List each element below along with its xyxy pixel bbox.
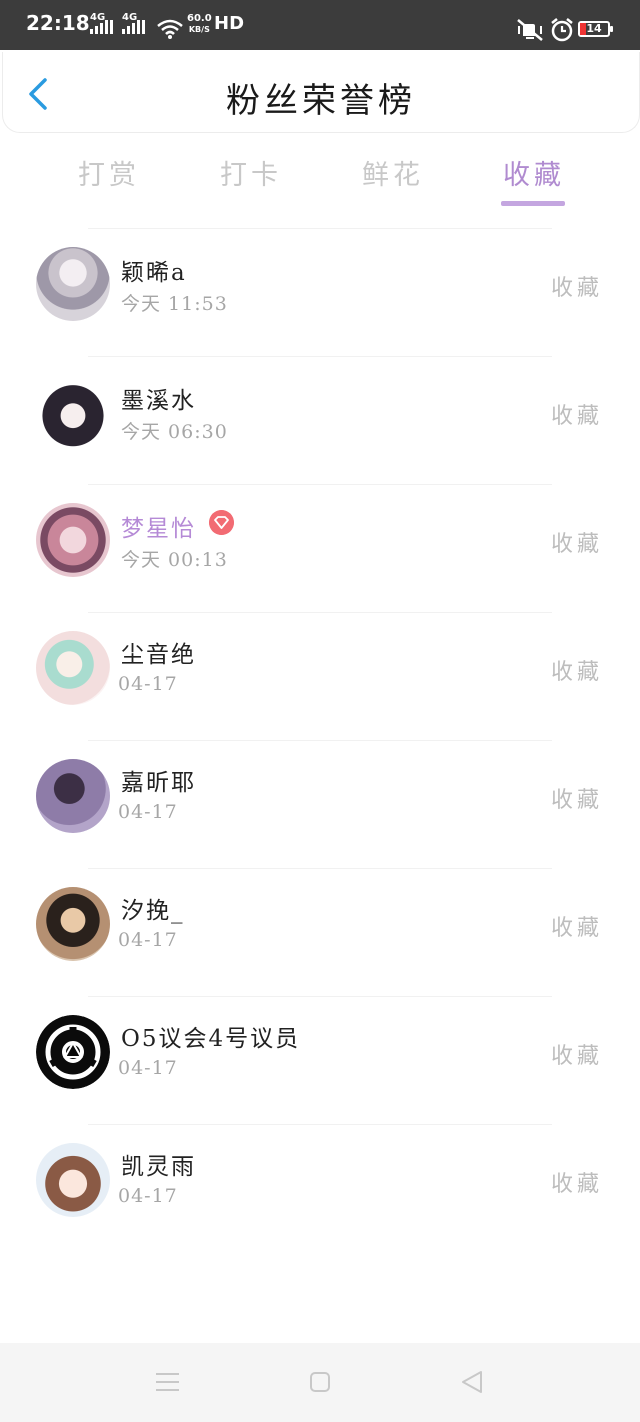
fan-time: 04-17: [118, 673, 178, 695]
battery-icon: 14: [578, 21, 613, 37]
fan-time: 今天 00:13: [121, 549, 228, 571]
fan-list-item[interactable]: 梦星怡 今天 00:13 收藏: [0, 484, 640, 612]
fan-name: 颖晞a: [121, 260, 187, 286]
vip-diamond-icon: [209, 510, 234, 535]
avatar: [36, 887, 110, 961]
tab-flowers[interactable]: 鲜花: [362, 153, 424, 192]
action-label: 收藏: [551, 660, 604, 685]
fan-name: O5议会4号议员: [121, 1026, 301, 1052]
menu-icon[interactable]: [155, 1371, 180, 1393]
home-square-icon[interactable]: [309, 1371, 331, 1393]
action-label: 收藏: [551, 916, 604, 941]
fan-list-item[interactable]: O5议会4号议员 04-17 收藏: [0, 996, 640, 1124]
avatar: [36, 631, 110, 705]
status-bar: 22:18 4G 4G 60.0 KB/S HD 14: [0, 0, 640, 50]
signal-icon-2: [122, 20, 148, 34]
fan-list-item[interactable]: 凯灵雨 04-17 收藏: [0, 1124, 640, 1252]
fan-name: 凯灵雨: [121, 1154, 196, 1180]
status-time: 22:18: [26, 11, 90, 35]
fan-list-item[interactable]: 颖晞a 今天 11:53 收藏: [0, 228, 640, 356]
system-navigation-bar: [0, 1343, 640, 1422]
fan-time: 04-17: [118, 929, 178, 951]
fan-name: 梦星怡: [121, 516, 196, 542]
wifi-icon: [157, 19, 183, 39]
vibrate-mute-icon: [517, 19, 543, 41]
avatar: [36, 1015, 110, 1089]
action-label: 收藏: [551, 1172, 604, 1197]
avatar: [36, 503, 110, 577]
action-label: 收藏: [551, 788, 604, 813]
action-label: 收藏: [551, 404, 604, 429]
fan-name: 嘉昕耶: [121, 770, 196, 796]
alarm-icon: [551, 18, 573, 42]
fan-name: 汐挽_: [121, 898, 185, 924]
avatar: [36, 375, 110, 449]
action-label: 收藏: [551, 532, 604, 557]
hd-indicator: HD: [214, 13, 245, 34]
fan-time: 今天 06:30: [121, 421, 228, 443]
fan-list-item[interactable]: 墨溪水 今天 06:30 收藏: [0, 356, 640, 484]
signal-icon: [90, 20, 116, 34]
avatar: [36, 1143, 110, 1217]
tab-favorites[interactable]: 收藏: [503, 153, 565, 192]
fan-name: 尘音绝: [121, 642, 196, 668]
fan-name: 墨溪水: [121, 388, 196, 414]
action-label: 收藏: [551, 276, 604, 301]
tab-checkin[interactable]: 打卡: [220, 153, 282, 192]
tab-reward[interactable]: 打赏: [78, 153, 140, 192]
back-triangle-icon[interactable]: [460, 1370, 484, 1394]
avatar: [36, 759, 110, 833]
top-app-bar: 粉丝荣誉榜: [2, 52, 640, 133]
fan-list-item[interactable]: 嘉昕耶 04-17 收藏: [0, 740, 640, 868]
fan-time: 今天 11:53: [121, 293, 228, 315]
page-title: 粉丝荣誉榜: [226, 81, 416, 121]
active-tab-indicator: [501, 201, 565, 206]
fan-time: 04-17: [118, 1185, 178, 1207]
fan-time: 04-17: [118, 801, 178, 823]
fan-list-item[interactable]: 汐挽_ 04-17 收藏: [0, 868, 640, 996]
fan-list-item[interactable]: 尘音绝 04-17 收藏: [0, 612, 640, 740]
network-speed: 60.0 KB/S: [187, 13, 212, 34]
action-label: 收藏: [551, 1044, 604, 1069]
fan-time: 04-17: [118, 1057, 178, 1079]
avatar: [36, 247, 110, 321]
